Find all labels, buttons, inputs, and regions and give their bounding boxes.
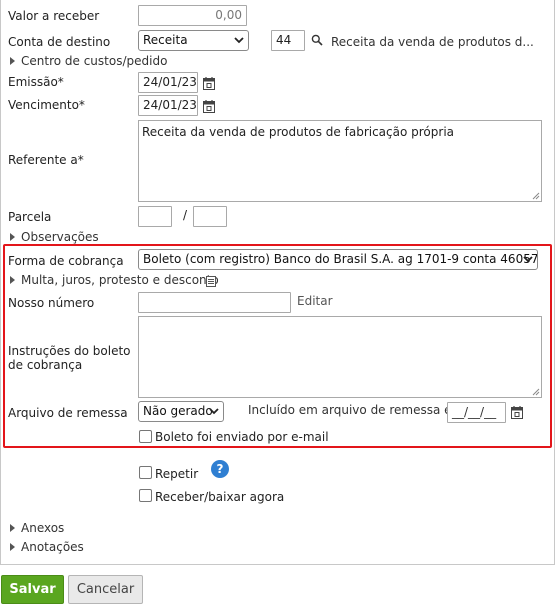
reference-label: Referente a* — [8, 153, 84, 167]
attachments-label: Anexos — [21, 521, 65, 535]
annotations-toggle[interactable]: Anotações — [10, 540, 84, 554]
cost-center-toggle[interactable]: Centro de custos/pedido — [10, 54, 167, 68]
reference-text: Receita da venda de produtos de fabricaç… — [142, 125, 455, 139]
billing-section-highlight — [3, 244, 552, 448]
annotations-label: Anotações — [21, 540, 84, 554]
calendar-icon[interactable] — [203, 100, 215, 113]
destination-select-value: Receita — [143, 33, 188, 47]
caret-right-icon — [10, 233, 15, 241]
receivable-form-panel: Valor a receber 0,00 Conta de destino Re… — [0, 0, 555, 565]
receivable-label: Valor a receber — [8, 9, 100, 23]
installment-label: Parcela — [8, 210, 52, 224]
receive-now-checkbox[interactable] — [139, 489, 152, 502]
notes-toggle-label: Observações — [21, 230, 99, 244]
save-button[interactable]: Salvar — [1, 575, 64, 604]
due-date-input[interactable]: 24/01/23 — [138, 95, 198, 116]
calendar-icon[interactable] — [203, 77, 215, 90]
installment-number-input[interactable] — [138, 206, 172, 227]
caret-right-icon — [10, 524, 15, 532]
issue-label: Emissão* — [8, 75, 64, 89]
destination-select[interactable]: Receita — [138, 30, 249, 51]
repeat-label: Repetir — [155, 467, 199, 481]
destination-label: Conta de destino — [8, 35, 111, 49]
cancel-button[interactable]: Cancelar — [68, 575, 143, 604]
caret-right-icon — [10, 543, 15, 551]
reference-textarea[interactable]: Receita da venda de produtos de fabricaç… — [138, 120, 542, 202]
attachments-toggle[interactable]: Anexos — [10, 521, 64, 535]
resize-grip-icon[interactable] — [531, 191, 540, 200]
notes-toggle[interactable]: Observações — [10, 230, 99, 244]
chevron-down-icon — [234, 37, 244, 44]
destination-code-input[interactable]: 44 — [271, 30, 305, 51]
help-icon[interactable]: ? — [211, 460, 229, 478]
caret-right-icon — [10, 57, 15, 65]
receive-now-label: Receber/baixar agora — [155, 490, 285, 504]
destination-description: Receita da venda de produtos d... — [331, 35, 534, 49]
installment-separator: / — [183, 208, 188, 222]
search-icon[interactable] — [311, 34, 323, 46]
repeat-checkbox[interactable] — [139, 466, 152, 479]
receivable-input[interactable]: 0,00 — [138, 5, 247, 26]
cost-center-label: Centro de custos/pedido — [21, 54, 168, 68]
due-label: Vencimento* — [8, 98, 85, 112]
installment-total-input[interactable] — [193, 206, 227, 227]
issue-date-input[interactable]: 24/01/23 — [138, 72, 198, 93]
